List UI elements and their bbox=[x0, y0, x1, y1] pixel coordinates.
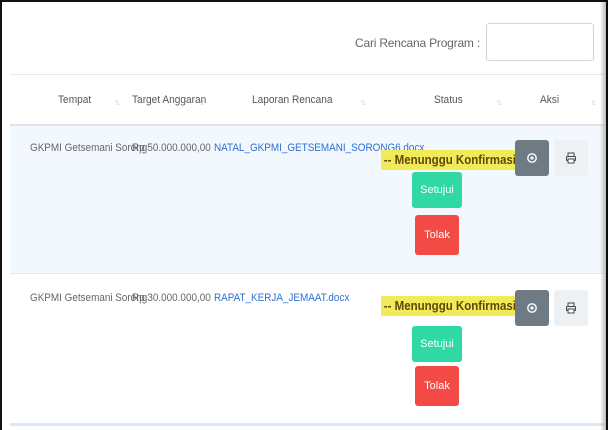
table-row: GKPMI Getsemani Sorong Rp 30.000.000,00 … bbox=[10, 274, 604, 424]
file-link[interactable]: RAPAT_KERJA_JEMAAT.docx bbox=[214, 292, 349, 304]
cell-tempat: GKPMI Getsemani Sorong bbox=[30, 142, 148, 154]
sort-icon[interactable]: ↑↓ bbox=[114, 97, 121, 107]
cell-target-anggaran: Rp 30.000.000,00 bbox=[132, 292, 211, 304]
search-label: Cari Rencana Program : bbox=[355, 36, 480, 50]
sort-icon[interactable]: ↑↓ bbox=[360, 97, 367, 107]
table-row: GKPMI Getsemani Sorong Rp 50.000.000,00 … bbox=[10, 126, 604, 274]
column-header-target-anggaran[interactable]: Target Anggaran bbox=[132, 94, 206, 106]
column-header-aksi[interactable]: Aksi bbox=[540, 94, 559, 106]
status-badge: -- Menunggu Konfirmasi-- bbox=[381, 296, 527, 316]
eye-icon bbox=[527, 153, 537, 163]
approve-button[interactable]: Setujui bbox=[412, 326, 462, 362]
printer-icon bbox=[566, 152, 576, 164]
table-header: Tempat ↑↓ Target Anggaran ↑↓ Laporan Ren… bbox=[10, 74, 604, 126]
view-button[interactable] bbox=[515, 140, 549, 176]
print-button[interactable] bbox=[554, 290, 588, 326]
status-badge: -- Menunggu Konfirmasi-- bbox=[381, 150, 527, 170]
print-button[interactable] bbox=[554, 140, 588, 176]
column-header-tempat[interactable]: Tempat bbox=[58, 94, 91, 106]
table-bottom-border bbox=[10, 424, 604, 426]
sort-icon[interactable]: ↑↓ bbox=[198, 97, 205, 107]
sort-icon[interactable]: ↑↓ bbox=[590, 97, 597, 107]
approve-button[interactable]: Setujui bbox=[412, 172, 462, 208]
sort-icon[interactable]: ↑↓ bbox=[496, 97, 503, 107]
column-header-status[interactable]: Status bbox=[434, 94, 463, 106]
printer-icon bbox=[566, 302, 576, 314]
view-button[interactable] bbox=[515, 290, 549, 326]
window-shadow bbox=[600, 0, 608, 430]
reject-button[interactable]: Tolak bbox=[415, 215, 459, 255]
search-bar: Cari Rencana Program : bbox=[12, 18, 602, 70]
column-header-laporan-rencana[interactable]: Laporan Rencana bbox=[252, 94, 332, 106]
cell-tempat: GKPMI Getsemani Sorong bbox=[30, 292, 148, 304]
search-input[interactable] bbox=[486, 23, 594, 61]
eye-icon bbox=[527, 303, 537, 313]
reject-button[interactable]: Tolak bbox=[415, 366, 459, 406]
cell-target-anggaran: Rp 50.000.000,00 bbox=[132, 142, 211, 154]
